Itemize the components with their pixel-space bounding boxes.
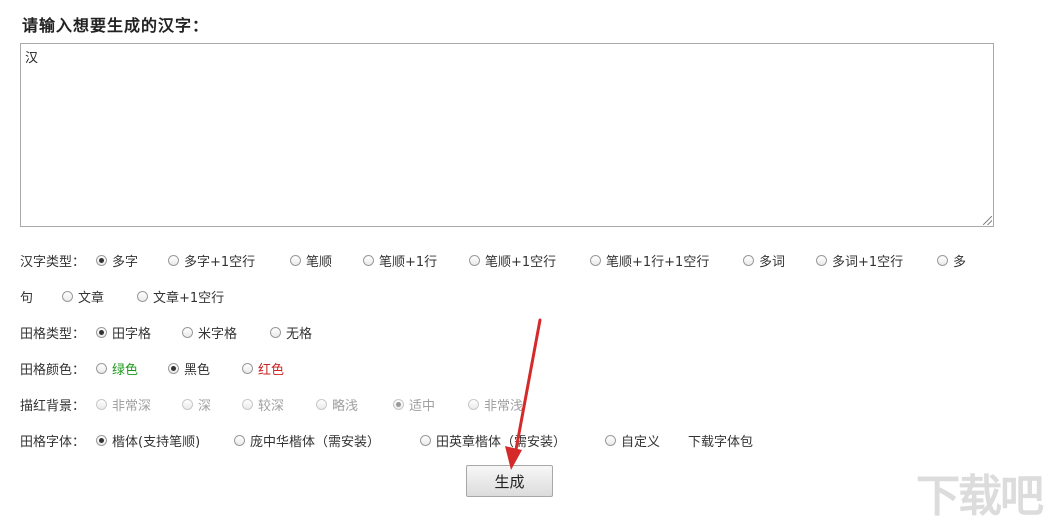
grid-font-option-kaiti[interactable]: 楷体(支持笔顺)	[96, 431, 200, 450]
grid-color-option-red[interactable]: 红色	[242, 359, 284, 378]
grid-type-option-mizige[interactable]: 米字格	[182, 323, 237, 342]
grid-color-label: 田格颜色：	[20, 363, 86, 378]
char-type-option-bishun[interactable]: 笔顺	[290, 251, 332, 270]
radio-icon[interactable]	[393, 399, 404, 410]
radio-icon[interactable]	[420, 435, 431, 446]
char-type-option-duozi-blank[interactable]: 多字+1空行	[168, 251, 255, 270]
trace-bg-option-light[interactable]: 略浅	[316, 395, 358, 414]
grid-color-option-black[interactable]: 黑色	[168, 359, 210, 378]
radio-icon[interactable]	[96, 255, 107, 266]
textarea-value: 汉	[25, 51, 39, 66]
char-type-option-bishun-blank[interactable]: 笔顺+1空行	[469, 251, 556, 270]
char-type-option-bishun-line-blank[interactable]: 笔顺+1行+1空行	[590, 251, 709, 270]
grid-font-option-pangzhonghua[interactable]: 庞中华楷体（需安装）	[234, 431, 380, 450]
radio-icon[interactable]	[137, 291, 148, 302]
radio-icon[interactable]	[605, 435, 616, 446]
page-prompt: 请输入想要生成的汉字：	[22, 16, 210, 35]
char-type-option-wenzhang-blank[interactable]: 文章+1空行	[137, 287, 224, 306]
char-type-option-duozi[interactable]: 多字	[96, 251, 138, 270]
radio-icon[interactable]	[816, 255, 827, 266]
grid-font-option-tianyingzhang[interactable]: 田英章楷体（需安装）	[420, 431, 566, 450]
char-type-option-duoci-blank[interactable]: 多词+1空行	[816, 251, 903, 270]
char-type-option-bishun-line[interactable]: 笔顺+1行	[363, 251, 437, 270]
trace-bg-option-medium[interactable]: 适中	[393, 395, 435, 414]
radio-icon[interactable]	[96, 327, 107, 338]
char-type-label: 汉字类型：	[20, 255, 86, 270]
trace-bg-label: 描红背景：	[20, 399, 86, 414]
grid-type-label: 田格类型：	[20, 327, 86, 342]
radio-icon[interactable]	[316, 399, 327, 410]
radio-icon[interactable]	[590, 255, 601, 266]
grid-font-option-custom[interactable]: 自定义	[605, 431, 660, 450]
generate-button[interactable]: 生成	[466, 465, 553, 497]
char-type-option-duoju-cont: 句	[20, 291, 34, 306]
trace-bg-option-very-dark[interactable]: 非常深	[96, 395, 151, 414]
grid-color-option-green[interactable]: 绿色	[96, 359, 138, 378]
grid-font-label: 田格字体：	[20, 435, 86, 450]
trace-bg-option-very-light[interactable]: 非常浅	[468, 395, 523, 414]
radio-icon[interactable]	[937, 255, 948, 266]
radio-icon[interactable]	[168, 255, 179, 266]
radio-icon[interactable]	[242, 363, 253, 374]
radio-icon[interactable]	[242, 399, 253, 410]
chinese-input-textarea[interactable]: 汉	[20, 43, 994, 227]
radio-icon[interactable]	[182, 327, 193, 338]
radio-icon[interactable]	[96, 399, 107, 410]
radio-icon[interactable]	[468, 399, 479, 410]
download-font-link[interactable]: 下载字体包	[688, 431, 753, 450]
radio-icon[interactable]	[234, 435, 245, 446]
radio-icon[interactable]	[270, 327, 281, 338]
radio-icon[interactable]	[168, 363, 179, 374]
resize-grip-icon[interactable]	[983, 216, 992, 225]
char-type-option-duoci[interactable]: 多词	[743, 251, 785, 270]
radio-icon[interactable]	[363, 255, 374, 266]
radio-icon[interactable]	[182, 399, 193, 410]
trace-bg-option-darker[interactable]: 较深	[242, 395, 284, 414]
radio-icon[interactable]	[96, 435, 107, 446]
radio-icon[interactable]	[290, 255, 301, 266]
radio-icon[interactable]	[96, 363, 107, 374]
radio-icon[interactable]	[743, 255, 754, 266]
char-type-option-wenzhang[interactable]: 文章	[62, 287, 104, 306]
radio-icon[interactable]	[62, 291, 73, 302]
grid-type-option-wuge[interactable]: 无格	[270, 323, 312, 342]
char-type-option-duoju[interactable]: 多	[937, 251, 966, 270]
watermark-logo: 下载吧	[916, 471, 1044, 522]
radio-icon[interactable]	[469, 255, 480, 266]
grid-type-option-tianzige[interactable]: 田字格	[96, 323, 151, 342]
trace-bg-option-dark[interactable]: 深	[182, 395, 211, 414]
